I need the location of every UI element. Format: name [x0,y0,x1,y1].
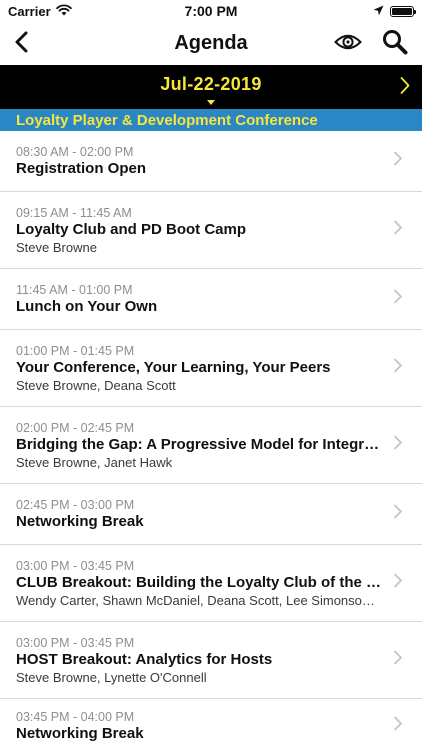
search-button[interactable] [382,29,408,58]
item-time: 02:00 PM - 02:45 PM [16,420,135,435]
status-right [373,4,416,19]
agenda-item[interactable]: 11:45 AM - 01:00 PM Lunch on Your Own [0,269,422,330]
status-bar: Carrier 7:00 PM [0,0,422,22]
item-speakers: Wendy Carter, Shawn McDaniel, Deana Scot… [16,592,382,608]
item-title: Lunch on Your Own [16,298,158,315]
agenda-item[interactable]: 03:45 PM - 04:00 PM Networking Break [0,699,422,750]
back-arrow-icon [14,31,28,56]
item-title: Networking Break [16,725,144,742]
item-time: 03:45 PM - 04:00 PM [16,710,135,724]
chevron-right-icon [394,358,402,378]
item-title: Networking Break [16,513,144,530]
chevron-right-icon [394,716,402,736]
next-date-button[interactable] [400,77,410,98]
location-arrow-icon [373,4,384,19]
chevron-right-icon [394,151,402,171]
date-selector: Jul-22-2019 [0,65,422,109]
chevron-right-icon [394,289,402,309]
item-title: Bridging the Gap: A Progressive Model fo… [16,435,382,453]
item-time: 03:00 PM - 03:45 PM [16,558,135,573]
chevron-right-icon [394,220,402,240]
date-label[interactable]: Jul-22-2019 [160,74,261,95]
search-icon [382,29,408,58]
item-speakers: Steve Browne [16,239,97,255]
agenda-item[interactable]: 03:00 PM - 03:45 PM CLUB Breakout: Build… [0,545,422,622]
battery-icon [390,5,416,17]
caret-down-icon[interactable] [207,100,215,105]
item-time: 09:15 AM - 11:45 AM [16,205,132,220]
chevron-right-icon [394,504,402,524]
view-toggle-button[interactable] [334,33,362,54]
agenda-item[interactable]: 02:00 PM - 02:45 PM Bridging the Gap: A … [0,407,422,484]
chevron-right-icon [400,77,410,98]
conference-banner: Loyalty Player & Development Conference [0,109,422,131]
nav-bar: Agenda [0,22,422,65]
chevron-right-icon [394,573,402,593]
conference-name: Loyalty Player & Development Conference [16,111,318,129]
item-time: 02:45 PM - 03:00 PM [16,498,135,512]
nav-actions [334,29,408,58]
item-speakers: Steve Browne, Lynette O'Connell [16,669,207,685]
chevron-right-icon [394,435,402,455]
agenda-item[interactable]: 08:30 AM - 02:00 PM Registration Open [0,131,422,192]
wifi-icon [55,3,72,19]
eye-icon [334,33,362,54]
item-title: Your Conference, Your Learning, Your Pee… [16,358,331,376]
battery-level [392,7,412,15]
item-speakers: Steve Browne, Deana Scott [16,377,176,393]
chevron-right-icon [394,650,402,670]
item-title: CLUB Breakout: Building the Loyalty Club… [16,573,382,591]
item-title: Loyalty Club and PD Boot Camp [16,220,247,238]
agenda-item[interactable]: 02:45 PM - 03:00 PM Networking Break [0,484,422,545]
agenda-item[interactable]: 03:00 PM - 03:45 PM HOST Breakout: Analy… [0,622,422,699]
item-time: 01:00 PM - 01:45 PM [16,343,135,358]
carrier-label: Carrier [8,3,51,19]
item-title: Registration Open [16,160,147,177]
item-time: 08:30 AM - 02:00 PM [16,145,134,159]
agenda-item[interactable]: 01:00 PM - 01:45 PM Your Conference, You… [0,330,422,407]
agenda-list: 08:30 AM - 02:00 PM Registration Open 09… [0,131,422,750]
item-speakers: Steve Browne, Janet Hawk [16,454,173,470]
status-left: Carrier [8,4,72,19]
item-title: HOST Breakout: Analytics for Hosts [16,650,273,668]
back-button[interactable] [14,31,28,56]
item-time: 03:00 PM - 03:45 PM [16,635,135,650]
agenda-item[interactable]: 09:15 AM - 11:45 AM Loyalty Club and PD … [0,192,422,269]
item-time: 11:45 AM - 01:00 PM [16,283,133,297]
